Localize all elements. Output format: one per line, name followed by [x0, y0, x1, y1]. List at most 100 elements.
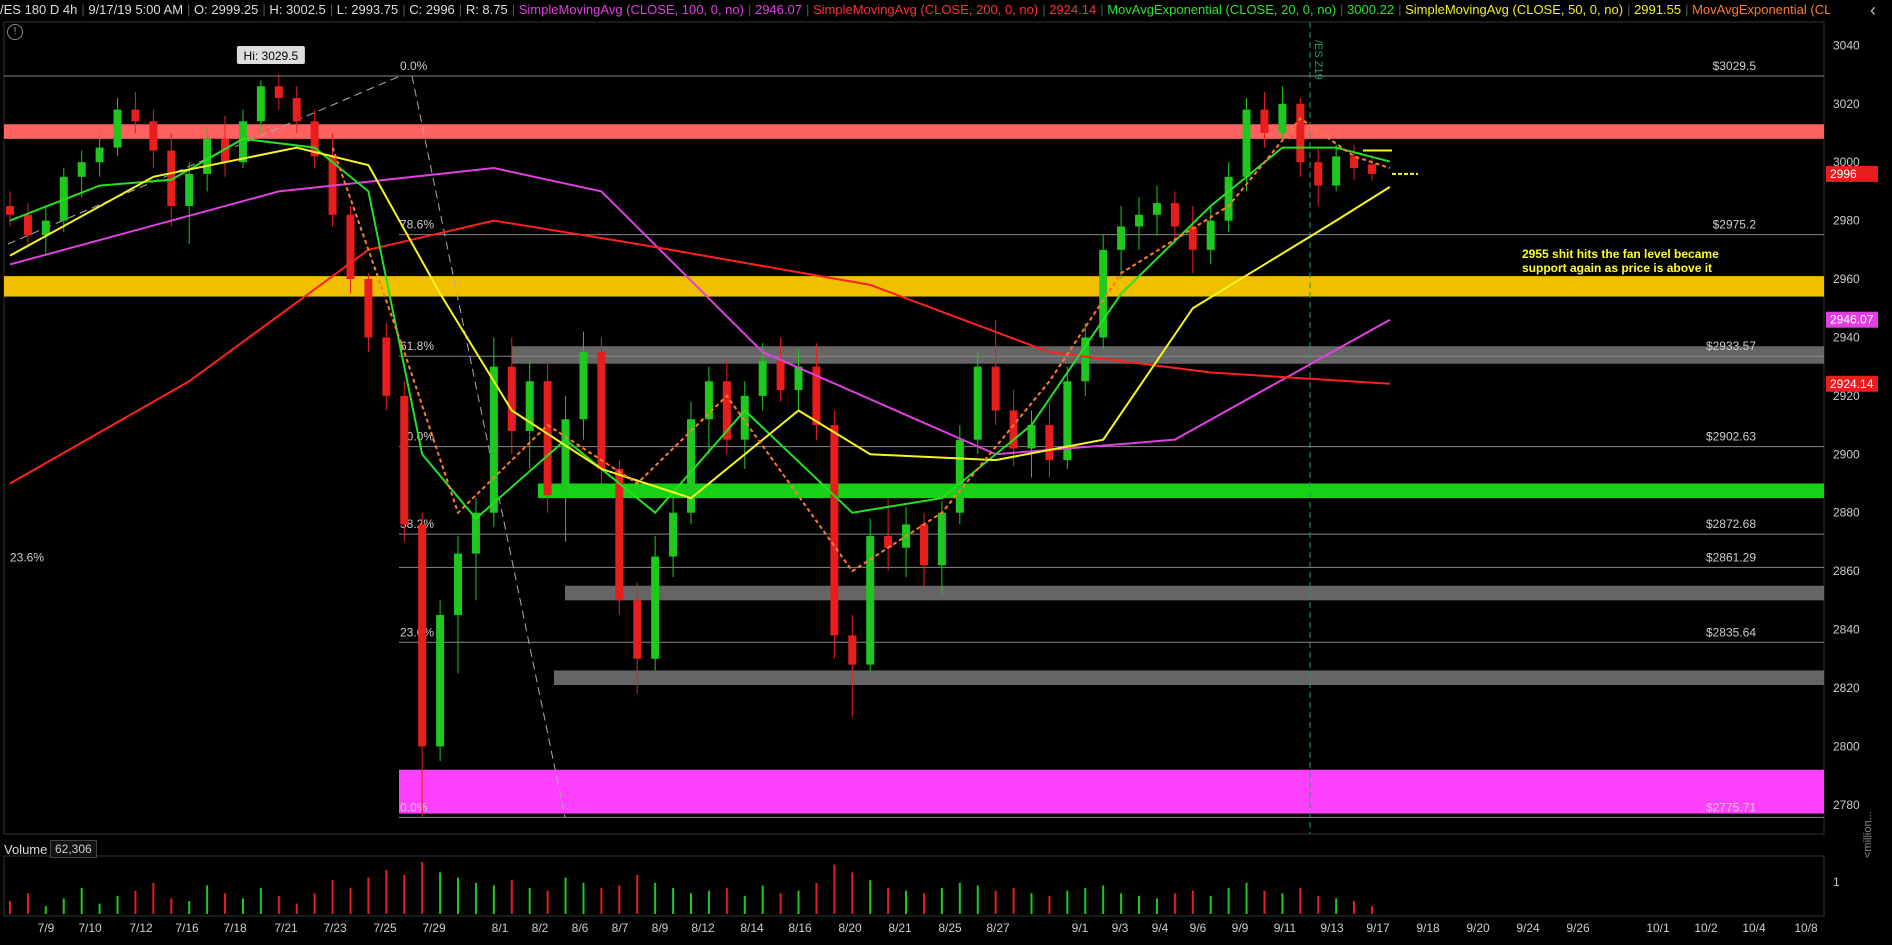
- volume-bar-16: [295, 903, 298, 914]
- volume-bar-0: [9, 901, 11, 914]
- candle-body-21: [382, 337, 391, 396]
- fib-price-label-1: $2975.2: [1713, 218, 1757, 232]
- x-tick-label-32: 9/26: [1566, 921, 1590, 935]
- volume-bar-42: [761, 885, 764, 914]
- x-tick-label-1: 7/10: [78, 921, 102, 935]
- study-label-sma50[interactable]: SimpleMovingAvg (CLOSE, 50, 0, no): [1405, 2, 1623, 17]
- y-tick-label-8: 2940: [1833, 330, 1860, 344]
- volume-bar-53: [958, 882, 961, 914]
- open-label: O: 2999.25: [194, 2, 259, 17]
- study-value-sma50: 2991.55: [1634, 2, 1682, 17]
- study-value-ema20: 3000.22: [1347, 2, 1395, 17]
- fib-pct-label-2: 61.8%: [400, 339, 434, 353]
- volume-bar-52: [940, 888, 943, 914]
- volume-bar-62: [1120, 893, 1123, 914]
- x-tick-label-24: 9/6: [1190, 921, 1207, 935]
- low-label: L: 2993.75: [336, 2, 399, 17]
- fib-price-label-6: $2835.64: [1706, 625, 1756, 639]
- x-tick-label-25: 9/9: [1232, 921, 1249, 935]
- volume-unit-label: <million...: [1862, 811, 1874, 858]
- volume-bar-13: [241, 898, 244, 914]
- volume-bar-65: [1173, 893, 1176, 914]
- study-label-sma200[interactable]: SimpleMovingAvg (CLOSE, 200, 0, no): [813, 2, 1038, 17]
- volume-bar-63: [1138, 895, 1141, 914]
- volume-bar-4: [80, 888, 83, 914]
- candle-body-55: [991, 366, 1000, 411]
- x-tick-label-13: 8/9: [652, 921, 669, 935]
- candle-body-2: [41, 220, 50, 236]
- volume-bar-43: [779, 893, 782, 914]
- x-tick-label-22: 9/3: [1112, 921, 1129, 935]
- volume-bar-56: [1012, 888, 1015, 914]
- study-label-ema-fast[interactable]: MovAvgExponential (CLOSE...: [1692, 2, 1830, 17]
- volume-bar-37: [672, 888, 675, 914]
- x-tick-label-15: 8/14: [740, 921, 764, 935]
- candle-body-42: [758, 360, 767, 396]
- volume-bar-29: [528, 888, 531, 914]
- volume-bar-70: [1263, 890, 1266, 914]
- volume-bar-3: [62, 898, 65, 914]
- x-tick-label-6: 7/23: [323, 921, 347, 935]
- x-tick-label-5: 7/21: [274, 921, 298, 935]
- candle-body-14: [256, 86, 265, 122]
- candle-body-65: [1170, 203, 1179, 227]
- candle-body-6: [113, 109, 122, 148]
- candle-body-49: [884, 536, 893, 548]
- candle-body-4: [77, 162, 86, 177]
- volume-bar-61: [1102, 885, 1105, 914]
- candle-body-11: [203, 138, 212, 174]
- collapse-icon[interactable]: ‹: [1860, 0, 1886, 20]
- candle-body-32: [579, 352, 588, 420]
- candle-body-53: [955, 439, 964, 513]
- volume-bar-19: [349, 888, 352, 914]
- candle-body-23: [418, 524, 427, 747]
- fib-price-label-0: $3029.5: [1713, 59, 1757, 73]
- series-line-ema20: [9, 137, 1391, 520]
- candle-body-36: [651, 556, 660, 659]
- volume-bar-9: [170, 898, 173, 914]
- volume-bar-49: [887, 888, 890, 914]
- volume-bar-35: [636, 875, 639, 914]
- volume-label: Volume: [4, 842, 48, 857]
- candle-body-35: [633, 600, 642, 659]
- series-line-sma50: [9, 146, 1391, 500]
- x-tick-label-29: 9/18: [1416, 921, 1440, 935]
- study-value-sma200: 2924.14: [1049, 2, 1097, 17]
- y-tick-label-5: 2880: [1833, 506, 1860, 520]
- volume-bar-17: [313, 893, 316, 914]
- fib-pct-label-5: 23.6%: [10, 550, 44, 564]
- volume-bar-71: [1281, 893, 1284, 914]
- volume-pane-frame: [3, 855, 1825, 917]
- volume-bar-69: [1245, 882, 1248, 914]
- datetime-label: 9/17/19 5:00 AM: [88, 2, 184, 17]
- x-tick-label-21: 9/1: [1072, 921, 1089, 935]
- close-label: C: 2996: [409, 2, 455, 17]
- candle-body-37: [669, 512, 678, 557]
- info-icon[interactable]: !: [7, 24, 23, 40]
- y-tick-label-1: 2800: [1833, 739, 1860, 753]
- volume-bar-59: [1066, 890, 1069, 914]
- price-chart[interactable]: 0.0% $3029.578.6% $2975.261.8% $2933.5750.0…: [0, 0, 1892, 945]
- zone-grey-5: [554, 670, 1824, 686]
- volume-bar-28: [510, 880, 513, 914]
- candle-body-68: [1224, 176, 1233, 221]
- volume-bar-24: [439, 872, 442, 914]
- volume-bar-14: [259, 888, 262, 914]
- candle-body-73: [1314, 162, 1323, 186]
- volume-bar-39: [707, 890, 710, 914]
- volume-bar-33: [600, 888, 603, 914]
- study-label-ema20[interactable]: MovAvgExponential (CLOSE, 20, 0, no): [1107, 2, 1336, 17]
- zone-red-0: [4, 124, 1824, 139]
- candle-body-15: [274, 86, 283, 98]
- candle-body-27: [489, 366, 498, 513]
- candle-body-30: [543, 381, 552, 496]
- x-tick-label-31: 9/24: [1516, 921, 1540, 935]
- volume-bar-23: [421, 862, 424, 914]
- study-label-sma100[interactable]: SimpleMovingAvg (CLOSE, 100, 0, no): [519, 2, 744, 17]
- x-tick-label-3: 7/16: [175, 921, 199, 935]
- study-value-sma100: 2946.07: [754, 2, 802, 17]
- candle-body-76: [1368, 164, 1376, 174]
- symbol-label[interactable]: /ES 180 D 4h: [0, 2, 77, 17]
- y-tick-label-13: 3040: [1833, 38, 1860, 52]
- series-line-sma100: [9, 167, 1391, 456]
